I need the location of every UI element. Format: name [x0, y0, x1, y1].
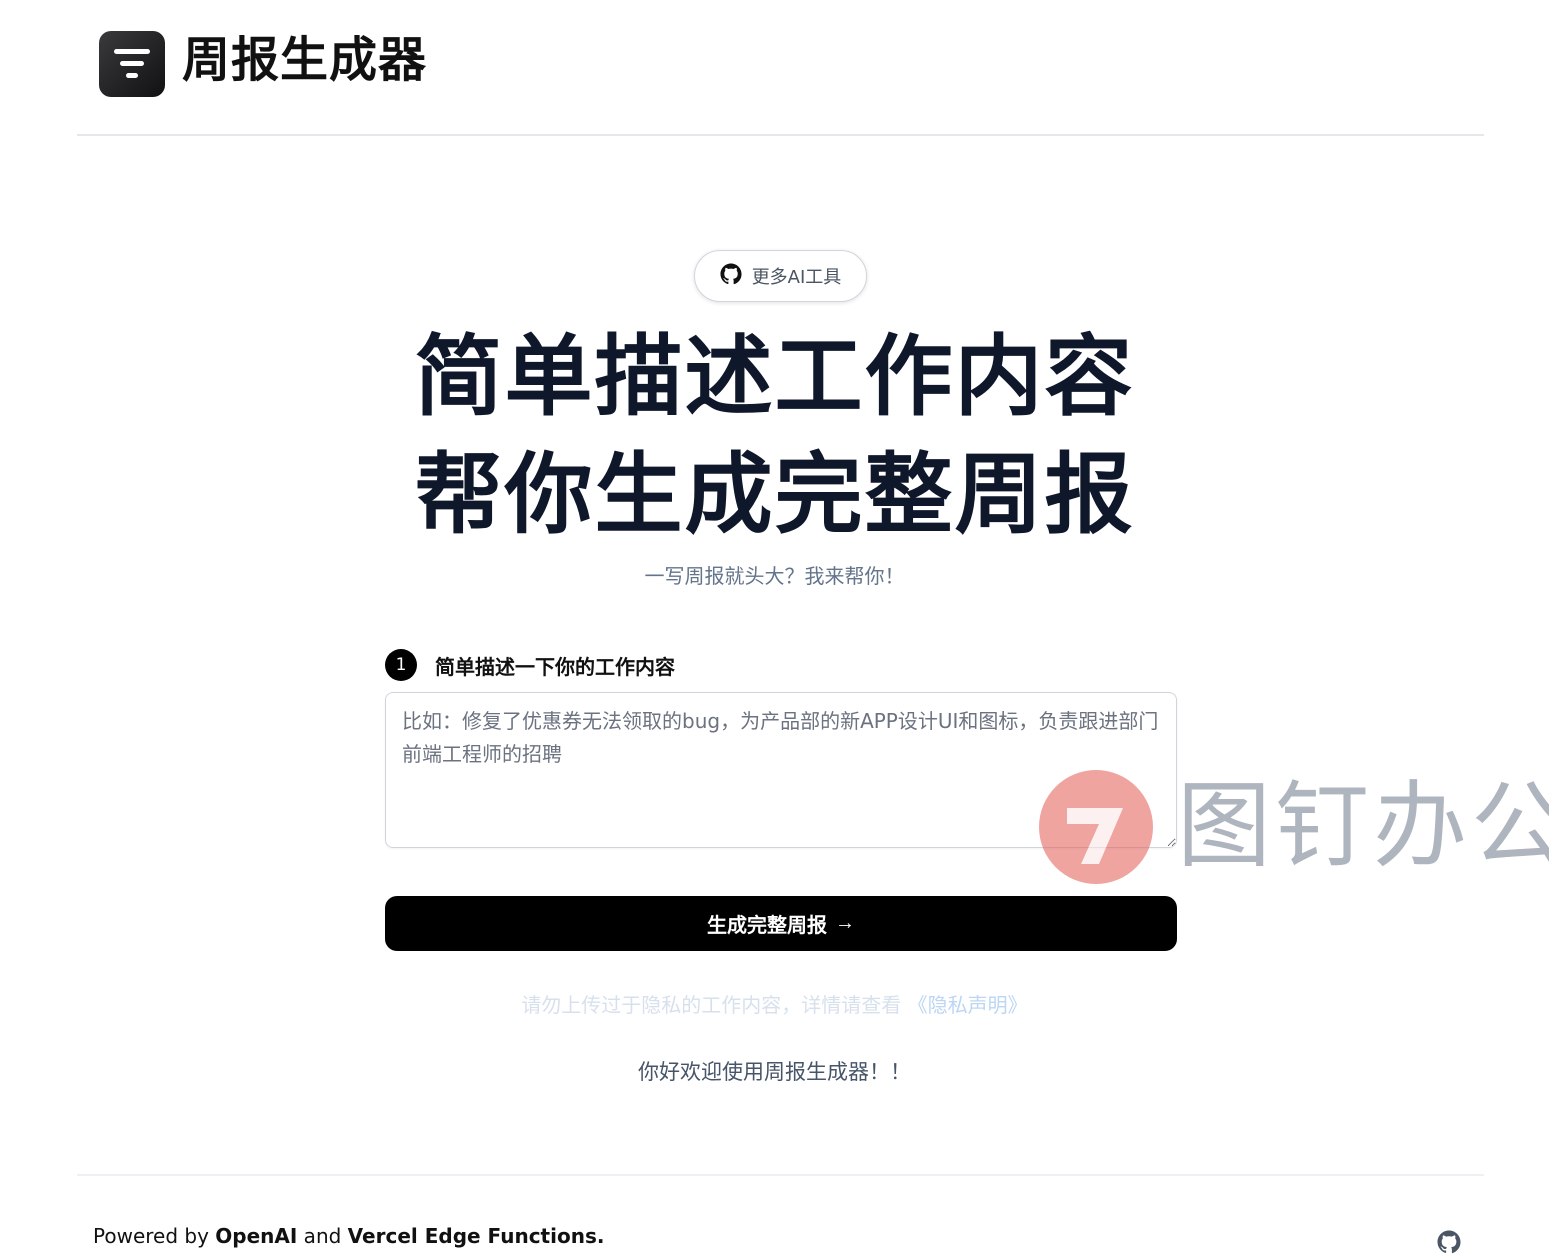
hero-subtitle: 一写周报就头大？我来帮你！ — [644, 564, 905, 588]
hero-title-line-1: 简单描述工作内容 — [414, 325, 1135, 428]
step-label: 简单描述一下你的工作内容 — [435, 654, 675, 679]
footer-divider — [77, 1174, 1484, 1176]
watermark-text: 图钉办公 — [1177, 772, 1549, 881]
header-divider — [77, 134, 1484, 136]
step-1: 1 简单描述一下你的工作内容 — [385, 648, 675, 682]
site-header: 周报生成器 — [0, 0, 1549, 136]
generate-report-label: 生成完整周报 — [707, 915, 827, 937]
privacy-policy-link[interactable]: 《隐私声明》 — [908, 993, 1028, 1017]
privacy-note: 请勿上传过于隐私的工作内容，详情请查看 《隐私声明》 — [0, 990, 1549, 1020]
step-number-badge: 1 — [385, 649, 417, 681]
arrow-right-icon: → — [835, 912, 855, 934]
more-ai-tools-link[interactable]: 更多AI工具 — [694, 250, 867, 302]
work-content-input[interactable] — [385, 692, 1177, 848]
openai-link[interactable]: OpenAI — [215, 1224, 297, 1248]
footer-and: and — [297, 1224, 348, 1248]
github-icon — [720, 263, 742, 289]
footer-credits: Powered by OpenAI and Vercel Edge Functi… — [93, 1222, 604, 1250]
brand-name[interactable]: 周报生成器 — [182, 28, 427, 92]
privacy-text: 请勿上传过于隐私的工作内容，详情请查看 — [521, 993, 902, 1017]
github-icon[interactable] — [1437, 1230, 1461, 1254]
footer-prefix: Powered by — [93, 1224, 216, 1248]
vercel-link[interactable]: Vercel Edge Functions. — [348, 1224, 605, 1248]
filter-lines-icon[interactable] — [99, 31, 165, 97]
more-ai-tools-label: 更多AI工具 — [751, 267, 842, 288]
generate-report-button[interactable]: 生成完整周报 → — [385, 896, 1177, 951]
welcome-message: 你好欢迎使用周报生成器！！ — [638, 1060, 911, 1084]
hero-title-line-2: 帮你生成完整周报 — [414, 443, 1135, 546]
hero-title: 简单描述工作内容 帮你生成完整周报 — [0, 318, 1549, 554]
